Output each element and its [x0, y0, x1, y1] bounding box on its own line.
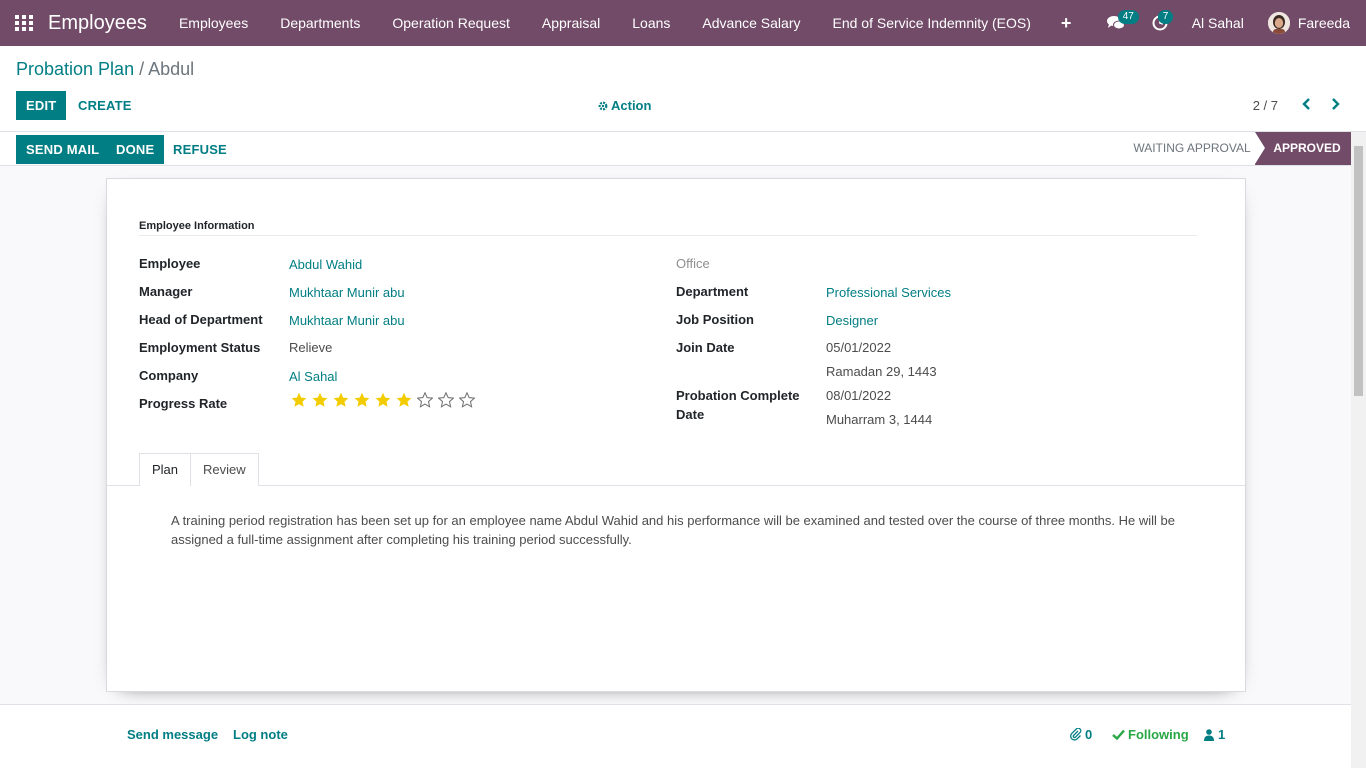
check-icon: [1112, 729, 1125, 740]
menu-employees[interactable]: Employees: [163, 0, 264, 46]
employment-status-label: Employment Status: [139, 340, 261, 355]
following-label: Following: [1128, 727, 1189, 742]
join-date-field: 05/01/2022: [826, 340, 892, 355]
gear-icon: [598, 101, 608, 110]
tabs-divider: [107, 485, 1245, 486]
manager-field[interactable]: Mukhtaar Munir abu: [289, 285, 405, 300]
action-menu-label: Action: [611, 98, 652, 113]
progress-rate-label: Progress Rate: [139, 396, 228, 411]
menu-appraisal[interactable]: Appraisal: [526, 0, 616, 46]
avatar: [1267, 12, 1290, 34]
breadcrumb-separator: /: [139, 59, 145, 79]
star-filled-icon[interactable]: [351, 391, 372, 409]
progress-rate-stars[interactable]: [288, 391, 477, 409]
office-label: Office: [676, 256, 710, 271]
scrollbar-thumb[interactable]: [1354, 146, 1363, 396]
breadcrumb-current: Abdul: [148, 59, 195, 79]
group-divider: [139, 235, 1197, 236]
attachments-count: 0: [1085, 727, 1093, 742]
star-empty-icon[interactable]: [414, 391, 435, 409]
employee-label: Employee: [139, 256, 201, 271]
messages-count-badge: 47: [1117, 10, 1139, 24]
messages-systray[interactable]: 47: [1094, 0, 1139, 46]
star-filled-icon[interactable]: [330, 391, 351, 409]
probation-date-label-line2: Date: [676, 407, 705, 422]
pager-next-icon[interactable]: [1328, 97, 1342, 114]
form-statusbar: SEND MAIL DONE REFUSE WAITING APPROVAL A…: [0, 132, 1351, 166]
user-name: Fareeda: [1297, 15, 1350, 31]
join-date-hijri: Ramadan 29, 1443: [826, 364, 937, 379]
probation-date-label-line1: Probation Complete: [676, 388, 800, 403]
log-note-button[interactable]: Log note: [233, 727, 288, 742]
pager-value[interactable]: 2 / 7: [1253, 98, 1278, 113]
scrollbar[interactable]: [1351, 132, 1366, 768]
followers-count: 1: [1218, 727, 1226, 742]
chatter: Send message Log note 0 Following 1: [0, 704, 1351, 768]
star-empty-icon[interactable]: [456, 391, 477, 409]
edit-button[interactable]: EDIT: [16, 91, 67, 120]
stage-approved[interactable]: APPROVED: [1255, 132, 1351, 165]
main-menu: Employees Departments Operation Request …: [163, 0, 1085, 46]
probation-date-field: 08/01/2022: [826, 388, 892, 403]
top-navbar: Employees Employees Departments Operatio…: [0, 0, 1366, 46]
department-field[interactable]: Professional Services: [826, 285, 951, 300]
hod-field[interactable]: Mukhtaar Munir abu: [289, 313, 405, 328]
action-menu[interactable]: Action: [598, 98, 651, 113]
send-mail-button[interactable]: SEND MAIL: [16, 135, 110, 164]
company-label: Company: [139, 368, 199, 383]
star-filled-icon[interactable]: [393, 391, 414, 409]
company-field[interactable]: Al Sahal: [289, 369, 337, 384]
followers-button[interactable]: 1: [1204, 727, 1225, 742]
control-panel: Probation Plan / Abdul EDIT CREATE Actio…: [0, 46, 1366, 132]
attachments-button[interactable]: 0: [1070, 727, 1092, 742]
refuse-button[interactable]: REFUSE: [163, 135, 237, 164]
following-button[interactable]: Following: [1112, 727, 1189, 742]
menu-more-plus-icon[interactable]: +: [1047, 0, 1086, 46]
activities-systray[interactable]: 7: [1138, 0, 1182, 46]
paperclip-icon: [1070, 728, 1082, 741]
apps-menu-icon[interactable]: [0, 0, 48, 46]
star-empty-icon[interactable]: [435, 391, 456, 409]
create-button[interactable]: CREATE: [68, 91, 142, 120]
breadcrumb-parent[interactable]: Probation Plan: [16, 59, 134, 79]
job-position-field[interactable]: Designer: [826, 313, 878, 328]
menu-advance-salary[interactable]: Advance Salary: [686, 0, 816, 46]
star-filled-icon[interactable]: [309, 391, 330, 409]
employee-field[interactable]: Abdul Wahid: [289, 257, 362, 272]
breadcrumb: Probation Plan / Abdul: [16, 59, 194, 80]
employment-status-field: Relieve: [289, 340, 333, 355]
activities-count-badge: 7: [1157, 10, 1174, 24]
hod-label: Head of Department: [139, 312, 263, 327]
menu-eos[interactable]: End of Service Indemnity (EOS): [816, 0, 1046, 46]
star-filled-icon[interactable]: [288, 391, 309, 409]
menu-departments[interactable]: Departments: [264, 0, 376, 46]
company-switcher[interactable]: Al Sahal: [1182, 15, 1268, 31]
job-position-label: Job Position: [676, 312, 754, 327]
star-filled-icon[interactable]: [372, 391, 393, 409]
systray: 47 7 Al Sahal Fareeda: [1094, 0, 1366, 46]
pager-previous-icon[interactable]: [1300, 97, 1314, 114]
menu-operation-request[interactable]: Operation Request: [376, 0, 526, 46]
user-icon: [1204, 728, 1214, 741]
send-message-button[interactable]: Send message: [127, 727, 218, 742]
group-title: Employee Information: [139, 220, 255, 232]
user-menu[interactable]: Fareeda: [1267, 12, 1366, 34]
form-sheet: Employee Information Employee Abdul Wahi…: [106, 178, 1246, 692]
stage-waiting-approval[interactable]: WAITING APPROVAL: [1128, 132, 1256, 165]
plan-text: A training period registration has been …: [171, 513, 1175, 547]
notebook-tabs: Plan Review: [139, 453, 259, 486]
done-button[interactable]: DONE: [106, 135, 165, 164]
join-date-label: Join Date: [676, 340, 735, 355]
tab-review[interactable]: Review: [191, 453, 259, 486]
app-title[interactable]: Employees: [48, 12, 147, 35]
manager-label: Manager: [139, 284, 193, 299]
menu-loans[interactable]: Loans: [616, 0, 686, 46]
probation-date-hijri: Muharram 3, 1444: [826, 412, 933, 427]
tab-plan[interactable]: Plan: [139, 453, 192, 486]
department-label: Department: [676, 284, 749, 299]
